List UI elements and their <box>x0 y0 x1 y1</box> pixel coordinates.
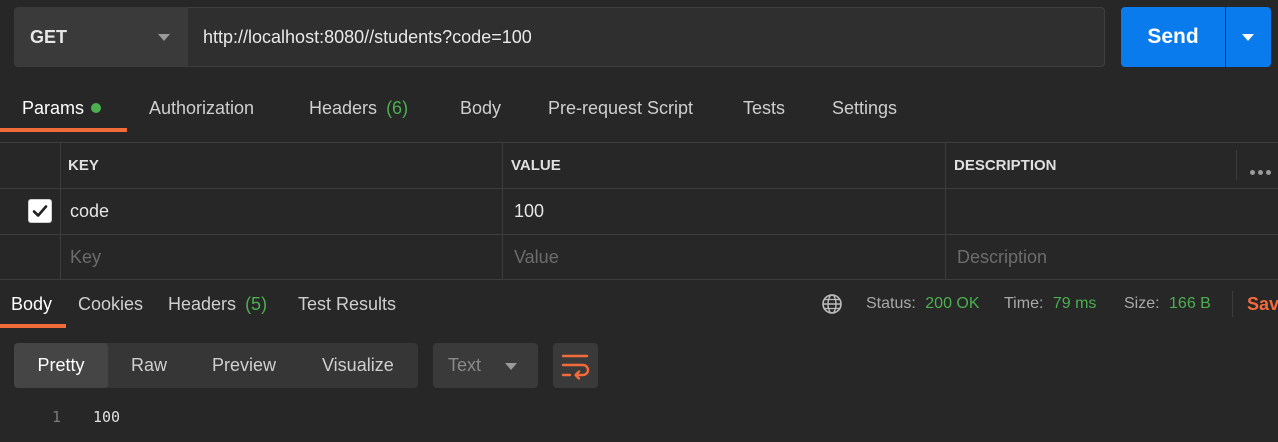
params-active-dot-icon <box>91 103 102 113</box>
tab-settings[interactable]: Settings <box>832 98 897 119</box>
format-tab-preview[interactable]: Preview <box>212 343 276 388</box>
meta-divider <box>1232 291 1233 317</box>
table-row-border <box>0 234 1278 235</box>
tab-response-headers[interactable]: Headers (5) <box>168 294 267 315</box>
send-button-group: Send <box>1121 7 1271 67</box>
table-bottom-border <box>0 279 1278 280</box>
param-row-checkbox[interactable] <box>28 199 52 223</box>
tab-params-underline <box>0 128 127 132</box>
column-header-description: DESCRIPTION <box>954 157 1057 174</box>
response-time: Time: 79 ms <box>1004 295 1096 313</box>
table-col-divider <box>60 142 61 279</box>
tab-params-label: Params <box>22 98 85 118</box>
new-param-key-input[interactable]: Key <box>70 247 101 268</box>
table-header-border <box>0 188 1278 189</box>
url-input[interactable]: http://localhost:8080//students?code=100 <box>188 7 1105 67</box>
param-value-cell[interactable]: 100 <box>514 201 544 222</box>
size-value: 166 B <box>1169 295 1211 312</box>
table-top-border <box>0 142 1278 143</box>
format-tab-pretty[interactable]: Pretty <box>14 343 108 388</box>
format-tabs: Pretty Raw Preview Visualize <box>14 343 418 388</box>
tab-headers[interactable]: Headers (6) <box>309 98 408 119</box>
wrap-lines-button[interactable] <box>553 343 598 388</box>
response-status: Status: 200 OK <box>866 295 980 313</box>
tab-response-cookies[interactable]: Cookies <box>78 294 143 315</box>
tab-test-results[interactable]: Test Results <box>298 294 396 315</box>
method-select[interactable]: GET <box>14 7 188 67</box>
globe-icon[interactable] <box>821 293 843 315</box>
new-param-value-input[interactable]: Value <box>514 247 559 268</box>
chevron-down-icon <box>505 363 517 370</box>
code-line-number: 1 <box>52 408 62 426</box>
response-size: Size: 166 B <box>1124 295 1211 313</box>
chevron-down-icon <box>158 34 170 41</box>
tab-params[interactable]: Params <box>22 98 102 119</box>
tab-headers-count: (6) <box>386 98 409 118</box>
tab-response-headers-label: Headers <box>168 294 237 314</box>
tab-response-body-underline <box>0 324 66 328</box>
format-tab-raw[interactable]: Raw <box>131 343 167 388</box>
tab-tests[interactable]: Tests <box>743 98 785 119</box>
tab-headers-label: Headers <box>309 98 378 118</box>
size-label: Size: <box>1124 295 1160 312</box>
method-label: GET <box>30 26 68 47</box>
more-horizontal-icon[interactable] <box>1250 159 1274 180</box>
tab-body[interactable]: Body <box>460 98 501 119</box>
table-col-divider <box>945 142 946 279</box>
response-type-label: Text <box>448 355 482 375</box>
column-header-value: VALUE <box>511 157 561 174</box>
time-label: Time: <box>1004 295 1044 312</box>
tab-authorization[interactable]: Authorization <box>149 98 254 119</box>
new-param-description-input[interactable]: Description <box>957 247 1047 268</box>
checkbox-check-icon <box>32 205 48 217</box>
column-header-key: KEY <box>68 157 99 174</box>
status-label: Status: <box>866 295 916 312</box>
save-response-button[interactable]: Sav <box>1247 294 1278 315</box>
chevron-down-icon <box>1242 34 1254 41</box>
table-col-divider <box>1236 150 1237 180</box>
code-line-text[interactable]: 100 <box>93 408 120 426</box>
wrap-lines-icon <box>561 354 590 380</box>
tab-pre-request-script[interactable]: Pre-request Script <box>548 98 693 119</box>
time-value: 79 ms <box>1052 295 1097 312</box>
send-button[interactable]: Send <box>1121 7 1225 67</box>
param-key-cell[interactable]: code <box>70 201 109 222</box>
format-tab-visualize[interactable]: Visualize <box>322 343 394 388</box>
response-type-select[interactable]: Text <box>433 343 538 388</box>
table-col-divider <box>502 142 503 279</box>
status-value: 200 OK <box>925 295 980 312</box>
tab-response-body[interactable]: Body <box>11 294 52 315</box>
tab-response-headers-count: (5) <box>245 294 268 314</box>
send-options-dropdown[interactable] <box>1226 7 1271 67</box>
